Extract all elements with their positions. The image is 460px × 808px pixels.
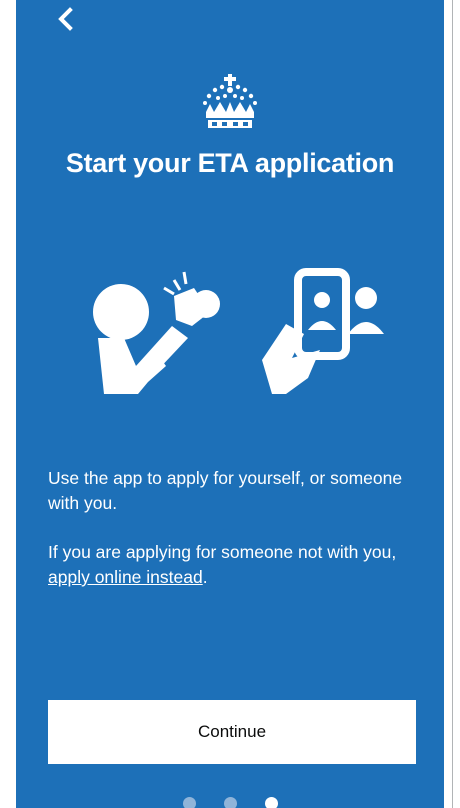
- page-dot-1[interactable]: [182, 797, 196, 808]
- online-paragraph: If you are applying for someone not with…: [48, 540, 418, 590]
- intro-paragraph: Use the app to apply for yourself, or so…: [48, 468, 403, 513]
- apply-online-link[interactable]: apply online instead: [48, 567, 203, 587]
- selfie-person-icon: [93, 271, 220, 394]
- page-dot-2[interactable]: [223, 797, 237, 808]
- body-copy: Use the app to apply for yourself, or so…: [48, 466, 418, 614]
- page-dot-3-active[interactable]: [264, 797, 278, 808]
- online-paragraph-prefix: If you are applying for someone not with…: [48, 542, 397, 562]
- frame-edge: [452, 0, 453, 808]
- page-indicator: [16, 797, 444, 808]
- continue-button[interactable]: Continue: [48, 700, 416, 764]
- selfie-illustration: [93, 268, 384, 394]
- crown-icon: [203, 74, 257, 128]
- online-paragraph-suffix: .: [202, 567, 208, 587]
- eta-start-screen: Start your ETA application Use the app t…: [16, 0, 444, 808]
- phone-photo-person-icon: [262, 268, 384, 394]
- page-title: Start your ETA application: [65, 148, 395, 178]
- back-button[interactable]: [52, 6, 80, 34]
- back-chevron-icon: [58, 7, 73, 31]
